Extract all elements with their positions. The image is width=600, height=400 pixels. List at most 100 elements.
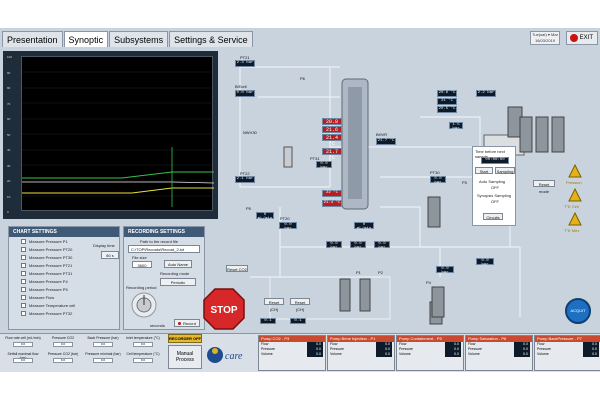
reset-ch-button-1[interactable]: Reset (CH) <box>264 298 284 312</box>
label-nwv30: NWV30 <box>243 130 257 135</box>
tab-subsystems[interactable]: Subsystems <box>109 31 169 47</box>
checkbox-icon[interactable] <box>21 278 26 284</box>
reset-mode-button[interactable]: Reset mode <box>533 180 555 194</box>
circuits-button[interactable]: Circuits <box>483 213 503 220</box>
readout-pt2: 0.0 bar <box>235 90 255 97</box>
reset-ch-button-2[interactable]: Reset (CH) <box>290 298 310 312</box>
checkbox-icon[interactable] <box>21 270 26 276</box>
checkbox-icon[interactable] <box>21 294 26 300</box>
pump-panel: Pump BackPressure - P7 Flow 0.0 Pressure 0.0… <box>534 335 600 371</box>
path-input[interactable]: C:\TOP\Records\Record_2.txt <box>128 245 200 253</box>
sampling-start-button[interactable]: Start <box>475 167 493 174</box>
readout-flow2: 0 mL/min <box>354 222 374 231</box>
measure-item-label: Measure Temperature cell <box>29 302 76 308</box>
checkbox-icon[interactable] <box>21 286 26 292</box>
readout-p3: 0.0 bar <box>374 241 390 250</box>
auto-sampling-state[interactable]: OFF <box>491 185 499 190</box>
y-left-tick: 0 <box>7 210 9 214</box>
record-label: Record <box>183 321 196 326</box>
measure-item[interactable]: Measure Pressure P5 <box>9 285 119 293</box>
checkbox-icon[interactable] <box>21 238 26 244</box>
stat-value: 0.0 <box>133 342 153 347</box>
measure-item[interactable]: Measure Pressure PT32 <box>9 309 119 317</box>
readout-right4: 2.2 bar <box>476 90 496 97</box>
checkbox-icon[interactable] <box>21 254 26 260</box>
recording-settings-title: RECORDING SETTINGS <box>124 227 204 237</box>
stat-value: 0.0 <box>53 358 73 363</box>
checkbox-icon[interactable] <box>21 262 26 268</box>
checkbox-icon[interactable] <box>21 302 26 308</box>
period-label: Recording period <box>126 285 157 290</box>
measure-item-label: Measure Flow <box>29 294 55 300</box>
y-left-tick: 20 <box>7 179 11 183</box>
date-line2: 16/03/2019 <box>534 38 556 43</box>
display-time-label: Display time <box>93 243 115 248</box>
checkbox-icon[interactable] <box>21 310 26 316</box>
label-p3: P3 <box>462 180 467 185</box>
record-button[interactable]: Record <box>174 319 200 327</box>
alarm-mex-label: T°E Mex <box>564 228 580 233</box>
care-logo: care <box>207 347 243 363</box>
measure-item[interactable]: Measure Temperature cell <box>9 301 119 309</box>
measure-item-label: Measure Pressure PT31 <box>29 270 73 276</box>
stat-label: Pressure minimal (bar) <box>85 352 121 356</box>
label-p5: P5 <box>246 206 251 211</box>
readout-pt31: 0.0 bar <box>430 176 446 185</box>
readout-temp-low1: 22 °C <box>322 190 342 197</box>
stat-value: 0.0 <box>53 342 73 347</box>
pump-row-value: 0.0 <box>376 352 392 357</box>
pump-row: Volume 0.0 <box>259 352 325 357</box>
readout-temp-main5: 21.7 °C <box>376 138 396 145</box>
label-p6: P6 <box>300 76 305 81</box>
label-pt30: PT30 <box>430 170 440 175</box>
auto-name-button[interactable]: Auto Name <box>164 260 192 268</box>
stat-label: Pressure CO2 <box>51 336 75 340</box>
stat-value: 0.0 <box>93 358 113 363</box>
tab-presentation[interactable]: Presentation <box>2 31 63 47</box>
auto-sampling-label: Auto Sampling <box>479 179 506 184</box>
alarm-pression-label: Pression <box>566 180 582 185</box>
display-time-input[interactable]: 80 s <box>101 251 119 259</box>
measure-item[interactable]: Measure Pressure PT31 <box>9 269 119 277</box>
readout-right2: 21 °C <box>437 98 457 105</box>
stat-label: Inlet temperature (°C) <box>126 336 160 340</box>
y-left-tick: 70 <box>7 101 11 106</box>
pump-panel: Pump Containment - P5 Flow 0.0 Pressure 0.0 V… <box>396 335 464 371</box>
sampling-button[interactable]: Sampling <box>495 167 515 174</box>
readout-pt40: 0.0 bar <box>436 266 454 275</box>
path-label: Path to the record file <box>140 239 179 244</box>
measure-item[interactable]: Measure Pressure P4 <box>9 277 119 285</box>
pump-panel: Pump CO2 - P3 Flow 0.0 Pressure 0.0 Volume 0.0 <box>258 335 326 371</box>
pump-row-label: Volume <box>261 352 273 356</box>
readout-right3: 20.5 °C <box>437 106 457 113</box>
period-knob[interactable] <box>130 291 158 319</box>
alarm-pression-icon <box>568 164 582 178</box>
checkbox-icon[interactable] <box>21 246 26 252</box>
label-bhvr: BHVR <box>376 132 388 137</box>
synopsis-sampling-state[interactable]: OFF <box>491 199 499 204</box>
measure-item[interactable]: Measure Flow <box>9 293 119 301</box>
stat-label: Back Pressure (bar) <box>87 336 119 340</box>
manual-process-button[interactable]: Manual Process <box>168 345 202 369</box>
reset-co2-button[interactable]: Reset CO2 <box>226 265 248 272</box>
y-left-tick: 80 <box>7 86 11 90</box>
tab-synoptic[interactable]: Synoptic <box>63 31 109 47</box>
readout-right1: 20.6 °C <box>437 90 457 97</box>
y-left-tick: 10 <box>7 194 11 199</box>
trace-white <box>22 181 215 184</box>
acquit-button[interactable]: ACQUIT <box>565 298 591 324</box>
readout-pt30: 0.0 bar <box>316 161 332 170</box>
exit-button[interactable]: EXIT <box>566 31 598 45</box>
pump-row-label: Volume <box>399 352 411 356</box>
recording-mode-select[interactable]: Periodic <box>160 278 196 286</box>
pump-row: Volume 0.0 <box>397 352 463 357</box>
tab-settings-service[interactable]: Settings & Service <box>169 31 253 47</box>
pump-row-value: 0.0 <box>307 352 323 357</box>
pump-row: Volume 0.0 <box>328 352 394 357</box>
readout-temp-main3: 21.4 °C <box>322 134 342 147</box>
pump-panel: Pump Brine Injection - P1 Flow 0.0 Pressure… <box>327 335 395 371</box>
label-pt22: PT22 <box>240 171 250 176</box>
measure-item[interactable]: Measure Pressure PT21 <box>9 261 119 269</box>
file-size-input[interactable]: 3600 <box>132 261 152 268</box>
measure-item-label: Measure Pressure PT32 <box>29 310 73 316</box>
